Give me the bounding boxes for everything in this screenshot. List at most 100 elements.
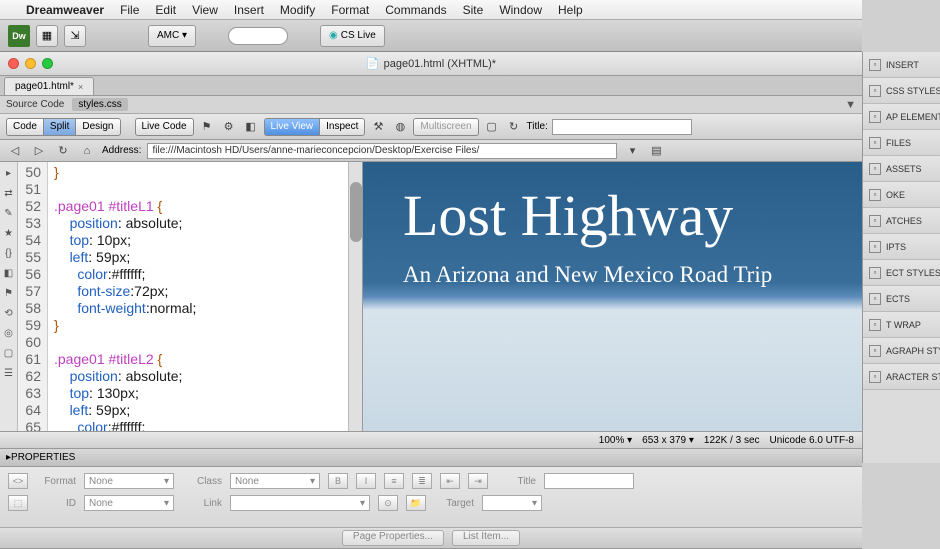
menu-site[interactable]: Site	[463, 3, 484, 17]
os-menubar: Dreamweaver File Edit View Insert Modify…	[0, 0, 862, 20]
css-mode-icon[interactable]: ⬚	[8, 495, 28, 511]
panel-files[interactable]: ▫FILES	[863, 130, 940, 156]
gutter-icon[interactable]: ▸	[2, 166, 16, 180]
related-file[interactable]: styles.css	[72, 98, 127, 111]
title-field[interactable]	[544, 473, 634, 489]
globe-icon[interactable]: ◍	[391, 118, 409, 136]
html-mode-icon[interactable]: <>	[8, 473, 28, 489]
page-properties-button[interactable]: Page Properties...	[342, 530, 444, 546]
server-icon[interactable]: ⚙	[220, 118, 238, 136]
live-code-button[interactable]: Live Code	[135, 118, 194, 136]
panel-t wrap[interactable]: ▫T WRAP	[863, 312, 940, 338]
panel-insert[interactable]: ▫INSERT	[863, 52, 940, 78]
menu-view[interactable]: View	[192, 3, 218, 17]
zoom-level[interactable]: 100% ▾	[599, 435, 632, 446]
gutter-icon[interactable]: ⇄	[2, 186, 16, 200]
panel-aracter styles[interactable]: ▫ARACTER STYLES	[863, 364, 940, 390]
live-preview[interactable]: Lost Highway An Arizona and New Mexico R…	[363, 162, 862, 431]
gutter-icon[interactable]: ⚑	[2, 286, 16, 300]
zoom-window-button[interactable]	[42, 58, 53, 69]
menu-edit[interactable]: Edit	[155, 3, 176, 17]
split-view-button[interactable]: Split	[43, 118, 75, 136]
gutter-icon[interactable]: ◎	[2, 326, 16, 340]
list-item-button[interactable]: List Item...	[452, 530, 520, 546]
gutter-icon[interactable]: ⟲	[2, 306, 16, 320]
id-dropdown[interactable]: None▾	[84, 495, 174, 511]
close-window-button[interactable]	[8, 58, 19, 69]
gutter-icon[interactable]: ✎	[2, 206, 16, 220]
menu-commands[interactable]: Commands	[385, 3, 446, 17]
refresh-icon[interactable]: ↻	[505, 118, 523, 136]
panel-ipts[interactable]: ▫IPTS	[863, 234, 940, 260]
class-dropdown[interactable]: None▾	[230, 473, 320, 489]
title-input[interactable]	[552, 119, 692, 135]
gutter-icon[interactable]: ☰	[2, 366, 16, 380]
reload-icon[interactable]: ↻	[54, 142, 72, 160]
panel-ect styles[interactable]: ▫ECT STYLES	[863, 260, 940, 286]
settings-icon[interactable]: ▤	[647, 142, 665, 160]
search-input[interactable]	[228, 27, 288, 45]
gutter-icon[interactable]: {}	[2, 246, 16, 260]
check-icon[interactable]: ⚑	[198, 118, 216, 136]
link-field[interactable]: ▾	[230, 495, 370, 511]
inspect-button[interactable]: Inspect	[319, 118, 365, 136]
format-dropdown[interactable]: None▾	[84, 473, 174, 489]
menu-format[interactable]: Format	[331, 3, 369, 17]
panel-atches[interactable]: ▫ATCHES	[863, 208, 940, 234]
italic-button[interactable]: I	[356, 473, 376, 489]
expand-icon[interactable]: ⇲	[64, 25, 86, 47]
panel-oke[interactable]: ▫OKE	[863, 182, 940, 208]
app-menu[interactable]: Dreamweaver	[26, 3, 104, 17]
workspace-dropdown[interactable]: AMC ▾	[148, 25, 196, 47]
close-tab-icon[interactable]: ×	[78, 82, 83, 92]
tool-icon[interactable]: ⚒	[369, 118, 387, 136]
forward-icon[interactable]: ▷	[30, 142, 48, 160]
gutter-icon[interactable]: ▢	[2, 346, 16, 360]
code-view-button[interactable]: Code	[6, 118, 43, 136]
window-icon[interactable]: ▢	[483, 118, 501, 136]
code-text[interactable]: }.page01 #titleL1 { position: absolute; …	[48, 162, 196, 431]
source-code-label[interactable]: Source Code	[6, 99, 64, 110]
list-ul-button[interactable]: ≡	[384, 473, 404, 489]
panel-assets[interactable]: ▫ASSETS	[863, 156, 940, 182]
panel-ects[interactable]: ▫ECTS	[863, 286, 940, 312]
design-view-button[interactable]: Design	[75, 118, 120, 136]
address-input[interactable]	[147, 143, 617, 159]
back-icon[interactable]: ◁	[6, 142, 24, 160]
dimensions-readout[interactable]: 653 x 379 ▾	[642, 435, 694, 446]
gutter-icon[interactable]: ★	[2, 226, 16, 240]
target-dropdown[interactable]: ▾	[482, 495, 542, 511]
list-ol-button[interactable]: ≣	[412, 473, 432, 489]
gutter-icon[interactable]: ◧	[2, 266, 16, 280]
menu-window[interactable]: Window	[499, 3, 542, 17]
tab-page01[interactable]: page01.html*×	[4, 77, 94, 95]
home-icon[interactable]: ⌂	[78, 142, 96, 160]
link-point-icon[interactable]: ⊙	[378, 495, 398, 511]
menu-help[interactable]: Help	[558, 3, 583, 17]
menu-insert[interactable]: Insert	[234, 3, 264, 17]
link-browse-icon[interactable]: 📁	[406, 495, 426, 511]
right-panels: ▫INSERT▫CSS STYLES▫AP ELEMENTS▫FILES▫ASS…	[862, 52, 940, 463]
scrollbar[interactable]	[348, 162, 362, 431]
bold-button[interactable]: B	[328, 473, 348, 489]
scroll-thumb[interactable]	[350, 182, 362, 242]
panel-ap elements[interactable]: ▫AP ELEMENTS	[863, 104, 940, 130]
cslive-button[interactable]: ◉CS Live	[320, 25, 385, 47]
options-icon[interactable]: ▾	[623, 142, 641, 160]
address-label: Address:	[102, 145, 141, 156]
menu-file[interactable]: File	[120, 3, 139, 17]
code-editor[interactable]: 505152535455565758596061626364656667 }.p…	[18, 162, 363, 431]
outdent-button[interactable]: ⇤	[440, 473, 460, 489]
filter-icon[interactable]: ▼	[845, 99, 856, 111]
menu-modify[interactable]: Modify	[280, 3, 315, 17]
properties-header[interactable]: ▸ PROPERTIES	[0, 449, 862, 467]
multiscreen-button[interactable]: Multiscreen	[413, 118, 478, 136]
minimize-window-button[interactable]	[25, 58, 36, 69]
indent-button[interactable]: ⇥	[468, 473, 488, 489]
nav-icon[interactable]: ◧	[242, 118, 260, 136]
panel-agraph styles[interactable]: ▫AGRAPH STYLES	[863, 338, 940, 364]
live-view-button[interactable]: Live View	[264, 118, 320, 136]
panel-css styles[interactable]: ▫CSS STYLES	[863, 78, 940, 104]
encoding-readout[interactable]: Unicode 6.0 UTF-8	[770, 435, 854, 446]
layout-icon[interactable]: ▦	[36, 25, 58, 47]
